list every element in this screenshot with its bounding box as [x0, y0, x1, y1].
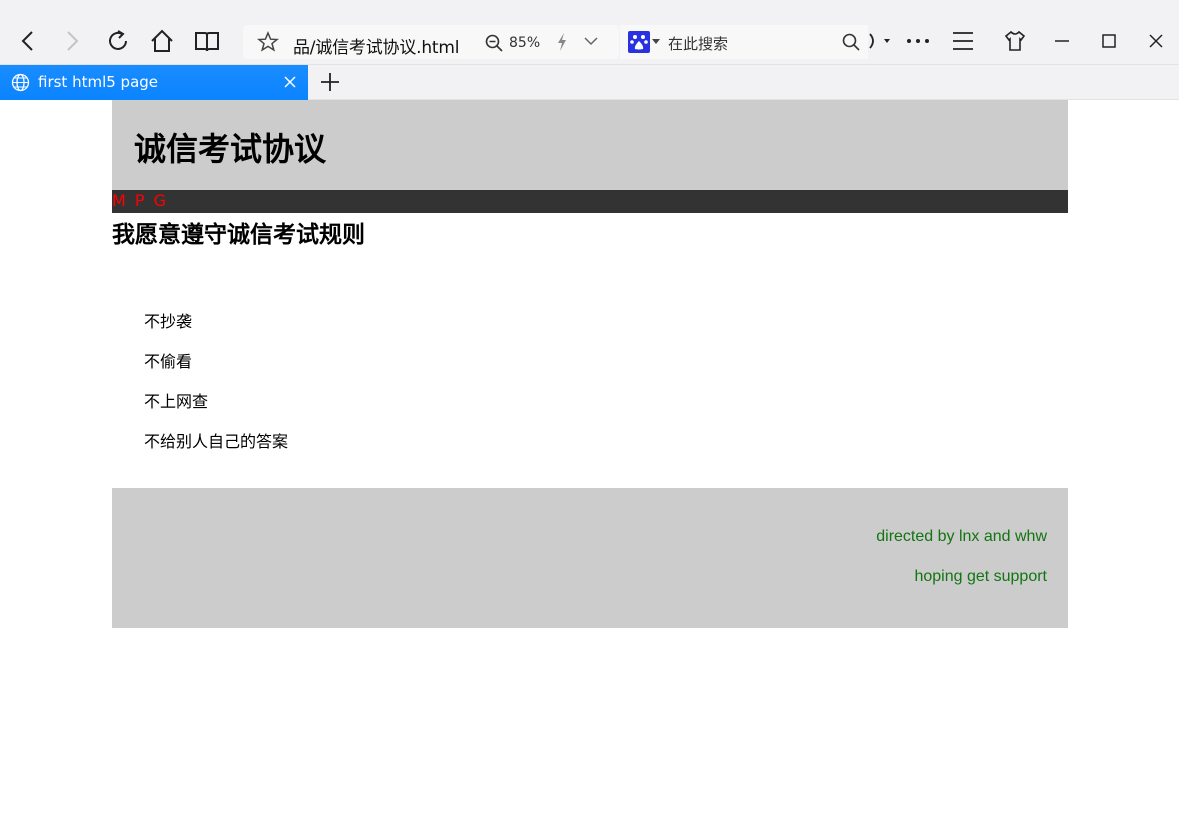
- maximize-icon: [1102, 34, 1116, 48]
- main-menu-button[interactable]: [946, 24, 980, 58]
- nav-text: M P G: [112, 191, 169, 210]
- globe-icon: [11, 73, 30, 92]
- zoom-level: 85%: [509, 35, 541, 51]
- baidu-paw-icon: [628, 31, 650, 53]
- reload-button[interactable]: [101, 24, 135, 58]
- rule-item: 不给别人自己的答案: [144, 432, 289, 451]
- caret-down-icon: [869, 33, 890, 49]
- back-arrow-icon: [21, 31, 33, 51]
- hamburger-icon: [953, 32, 973, 50]
- home-icon: [151, 29, 173, 52]
- page-footer: directed by lnx and whw hoping get suppo…: [112, 488, 1068, 628]
- address-url[interactable]: 品/诚信考试协议.html: [293, 33, 459, 58]
- lightning-icon[interactable]: [555, 32, 569, 52]
- footer-credit: directed by lnx and whw: [876, 528, 1047, 545]
- tab-active[interactable]: first html5 page: [0, 65, 308, 100]
- minimize-button[interactable]: [1045, 24, 1079, 58]
- minimize-icon: [1055, 40, 1069, 42]
- home-button[interactable]: [145, 24, 179, 58]
- tab-title: first html5 page: [38, 73, 159, 91]
- rule-item: 不抄袭: [144, 312, 193, 331]
- reload-icon: [109, 30, 127, 50]
- shirt-icon: [1004, 30, 1026, 51]
- page-title: 诚信考试协议: [134, 130, 327, 168]
- forward-arrow-icon: [67, 31, 79, 51]
- more-menu-button[interactable]: [901, 24, 935, 58]
- tab-bar: first html5 page: [0, 65, 1179, 100]
- search-input[interactable]: 在此搜索: [668, 33, 728, 54]
- forward-button[interactable]: [55, 24, 89, 58]
- chevron-down-icon[interactable]: [584, 36, 598, 46]
- nav-bar: M P G: [112, 190, 1068, 213]
- star-icon[interactable]: [257, 31, 279, 53]
- extensions-dropdown[interactable]: [866, 24, 894, 58]
- rule-item: 不偷看: [144, 352, 193, 371]
- close-icon: [1149, 34, 1163, 48]
- section-heading: 我愿意遵守诚信考试规则: [112, 222, 365, 248]
- book-icon: [195, 32, 219, 52]
- footer-note: hoping get support: [914, 568, 1047, 585]
- page-header: 诚信考试协议: [112, 100, 1068, 190]
- browser-toolbar: 品/诚信考试协议.html 85% 在此搜索: [0, 0, 1179, 65]
- tab-close-icon[interactable]: [282, 74, 298, 90]
- more-dots-icon: [907, 39, 929, 43]
- maximize-button[interactable]: [1092, 24, 1126, 58]
- skin-button[interactable]: [998, 24, 1032, 58]
- new-tab-icon[interactable]: [318, 70, 342, 94]
- back-button[interactable]: [11, 24, 45, 58]
- engine-dropdown-icon[interactable]: [652, 39, 660, 45]
- address-bar[interactable]: 品/诚信考试协议.html 85%: [243, 25, 619, 59]
- reading-mode-button[interactable]: [190, 24, 224, 58]
- close-window-button[interactable]: [1139, 24, 1173, 58]
- zoom-out-icon[interactable]: [485, 34, 503, 52]
- search-icon[interactable]: [842, 33, 860, 51]
- search-box[interactable]: 在此搜索: [620, 25, 868, 59]
- rule-item: 不上网查: [144, 392, 209, 411]
